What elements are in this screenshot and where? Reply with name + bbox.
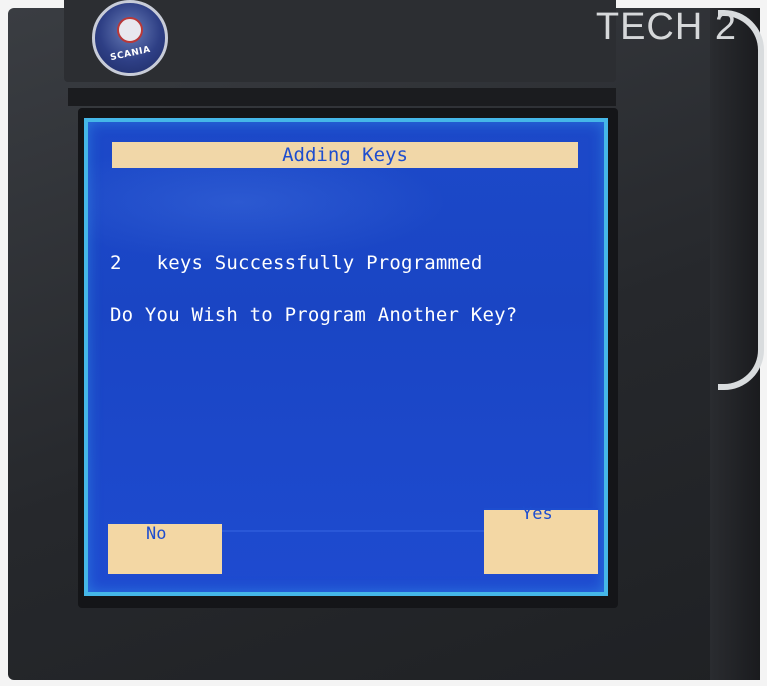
scania-logo-icon: SCANIA	[92, 0, 168, 76]
model-label: TECH 2	[595, 6, 737, 48]
softkey-divider	[222, 530, 484, 532]
keys-gap	[122, 252, 157, 274]
keys-count: 2	[110, 252, 122, 274]
yes-softkey-label: Yes	[522, 504, 553, 524]
screen-title: Adding Keys	[112, 142, 578, 168]
logo-text: SCANIA	[108, 44, 152, 64]
question-text: Do You Wish to Program Another Key?	[110, 304, 518, 326]
photo-scene: SCANIA TECH 2 Adding Keys 2 keys Success…	[0, 0, 767, 686]
bezel-top	[68, 88, 616, 106]
griffin-emblem-icon	[117, 17, 143, 43]
no-softkey[interactable]: No	[108, 522, 222, 574]
yes-softkey[interactable]: Yes	[484, 504, 598, 574]
lcd-screen: Adding Keys 2 keys Successfully Programm…	[84, 118, 608, 596]
cable	[718, 10, 764, 390]
keys-message: keys Successfully Programmed	[156, 252, 483, 274]
no-softkey-label: No	[146, 524, 167, 544]
keys-status-line: 2 keys Successfully Programmed	[110, 252, 482, 274]
